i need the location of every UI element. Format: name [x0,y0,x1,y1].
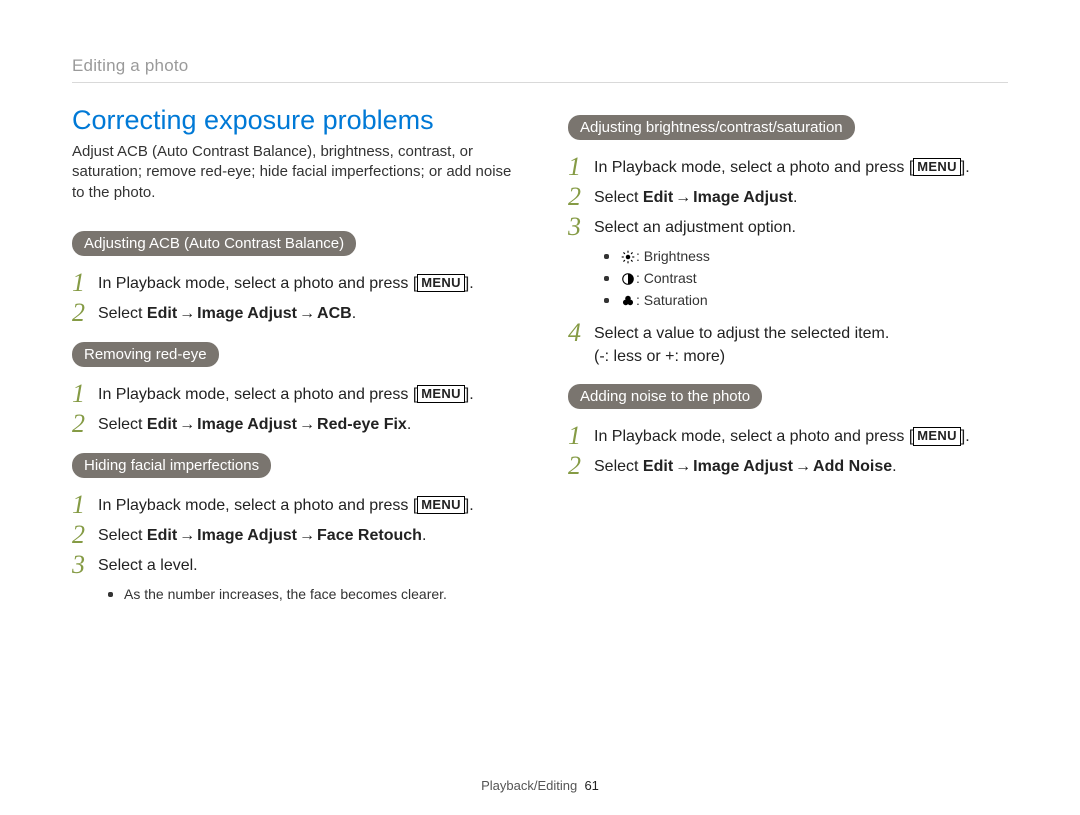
step: 1In Playback mode, select a photo and pr… [568,425,1008,449]
step-number: 1 [72,381,98,407]
arrow-icon: → [297,305,317,322]
brightness-icon [620,247,636,268]
arrow-icon: → [177,305,197,322]
step-body: In Playback mode, select a photo and pre… [594,156,1008,179]
menu-path-segment: Edit [643,189,673,206]
arrow-icon: → [673,458,693,475]
breadcrumb: Editing a photo [72,56,1008,83]
step: 1In Playback mode, select a photo and pr… [72,494,512,518]
section-heading-pill: Removing red-eye [72,342,219,367]
menu-button-label: MENU [913,427,960,445]
step-body: In Playback mode, select a photo and pre… [98,494,512,517]
step: 1In Playback mode, select a photo and pr… [72,383,512,407]
step: 2Select Edit→Image Adjust. [568,186,1008,210]
step: 1In Playback mode, select a photo and pr… [72,272,512,296]
icon-bullet-item: : Brightness [598,246,1008,268]
step-number: 1 [72,492,98,518]
footer-section: Playback/Editing [481,778,577,793]
menu-path-segment: Image Adjust [197,305,297,322]
step: 2Select Edit→Image Adjust→Face Retouch. [72,524,512,548]
menu-button-label: MENU [417,496,464,514]
step: 2Select Edit→Image Adjust→ACB. [72,302,512,326]
arrow-icon: → [297,527,317,544]
step-number: 2 [72,300,98,326]
manual-page: Editing a photo Correcting exposure prob… [0,0,1080,815]
menu-button-label: MENU [417,385,464,403]
icon-bullet-item: : Contrast [598,268,1008,290]
saturation-icon [620,291,636,312]
step-number: 3 [568,214,594,240]
menu-button-label: MENU [417,274,464,292]
arrow-icon: → [673,189,693,206]
step-body: Select Edit→Image Adjust→Red-eye Fix. [98,413,512,436]
menu-path-segment: Edit [643,458,673,475]
section-heading-pill: Adjusting brightness/contrast/saturation [568,115,855,140]
menu-path-segment: Red-eye Fix [317,416,407,433]
section-heading-pill: Hiding facial imperfections [72,453,271,478]
step-number: 1 [72,270,98,296]
step-body: Select a value to adjust the selected it… [594,322,1008,368]
arrow-icon: → [177,416,197,433]
menu-path-segment: Edit [147,416,177,433]
section-heading-pill: Adjusting ACB (Auto Contrast Balance) [72,231,356,256]
step-body: In Playback mode, select a photo and pre… [98,383,512,406]
step-body: In Playback mode, select a photo and pre… [594,425,1008,448]
step-number: 2 [568,453,594,479]
step-number: 2 [72,411,98,437]
step-body: Select Edit→Image Adjust→ACB. [98,302,512,325]
menu-button-label: MENU [913,158,960,176]
note-bullet-list: As the number increases, the face become… [102,584,512,605]
step-number: 2 [568,184,594,210]
step-number: 2 [72,522,98,548]
menu-path-segment: Face Retouch [317,527,422,544]
right-column: Adjusting brightness/contrast/saturation… [568,105,1008,615]
menu-path-segment: Edit [147,305,177,322]
menu-path-segment: Image Adjust [693,189,793,206]
step: 2Select Edit→Image Adjust→Red-eye Fix. [72,413,512,437]
step-body: In Playback mode, select a photo and pre… [98,272,512,295]
icon-bullet-item: : Saturation [598,290,1008,312]
intro-text: Adjust ACB (Auto Contrast Balance), brig… [72,142,512,203]
footer-page-number: 61 [584,778,598,793]
step-number: 3 [72,552,98,578]
step-body: Select Edit→Image Adjust→Face Retouch. [98,524,512,547]
section-heading-pill: Adding noise to the photo [568,384,762,409]
step-number: 4 [568,320,594,346]
step: 1In Playback mode, select a photo and pr… [568,156,1008,180]
menu-path-segment: ACB [317,305,352,322]
contrast-icon [620,269,636,290]
menu-path-segment: Image Adjust [693,458,793,475]
step-number: 1 [568,423,594,449]
arrow-icon: → [177,527,197,544]
two-column-layout: Correcting exposure problems Adjust ACB … [72,105,1008,615]
step-body: Select Edit→Image Adjust→Add Noise. [594,455,1008,478]
page-footer: Playback/Editing 61 [0,778,1080,793]
step: 3Select a level. [72,554,512,578]
left-column: Correcting exposure problems Adjust ACB … [72,105,512,615]
arrow-icon: → [297,416,317,433]
step: 2Select Edit→Image Adjust→Add Noise. [568,455,1008,479]
step-number: 1 [568,154,594,180]
note-bullet-item: As the number increases, the face become… [102,584,512,605]
icon-bullet-list: : Brightness: Contrast: Saturation [598,246,1008,312]
page-title: Correcting exposure problems [72,105,512,136]
step: 4Select a value to adjust the selected i… [568,322,1008,368]
step-body: Select a level. [98,554,512,577]
menu-path-segment: Edit [147,527,177,544]
menu-path-segment: Image Adjust [197,416,297,433]
arrow-icon: → [793,458,813,475]
step-body: Select an adjustment option. [594,216,1008,239]
menu-path-segment: Image Adjust [197,527,297,544]
step-body: Select Edit→Image Adjust. [594,186,1008,209]
menu-path-segment: Add Noise [813,458,892,475]
step: 3Select an adjustment option. [568,216,1008,240]
